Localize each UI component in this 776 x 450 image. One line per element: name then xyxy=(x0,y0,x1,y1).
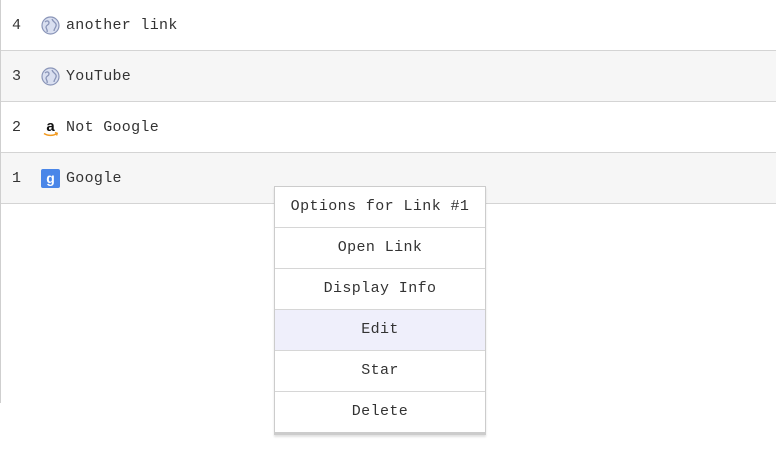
link-label[interactable]: Google xyxy=(66,170,122,187)
link-row[interactable]: 2 a Not Google xyxy=(1,102,776,153)
link-row[interactable]: 4 another link xyxy=(1,0,776,51)
link-number: 4 xyxy=(12,16,22,34)
link-number: 1 xyxy=(12,169,22,187)
page: 4 another link 3 YouTube 2 a Not Google … xyxy=(0,0,776,450)
svg-text:a: a xyxy=(46,118,55,135)
link-label[interactable]: another link xyxy=(66,17,178,34)
delete-menu-item[interactable]: Delete xyxy=(275,392,485,434)
edit-menu-item[interactable]: Edit xyxy=(275,310,485,351)
menu-title: Options for Link #1 xyxy=(275,187,485,228)
link-row[interactable]: 3 YouTube xyxy=(1,51,776,102)
svg-text:g: g xyxy=(46,170,55,186)
link-number: 3 xyxy=(12,67,22,85)
display-info-menu-item[interactable]: Display Info xyxy=(275,269,485,310)
globe-icon xyxy=(41,66,60,86)
link-options-menu: Options for Link #1 Open Link Display In… xyxy=(274,186,486,435)
amazon-icon: a xyxy=(41,118,60,137)
open-link-menu-item[interactable]: Open Link xyxy=(275,228,485,269)
google-icon: g xyxy=(41,168,60,188)
link-number: 2 xyxy=(12,118,22,136)
star-menu-item[interactable]: Star xyxy=(275,351,485,392)
link-label[interactable]: YouTube xyxy=(66,68,131,85)
globe-icon xyxy=(41,15,60,35)
link-label[interactable]: Not Google xyxy=(66,119,159,136)
